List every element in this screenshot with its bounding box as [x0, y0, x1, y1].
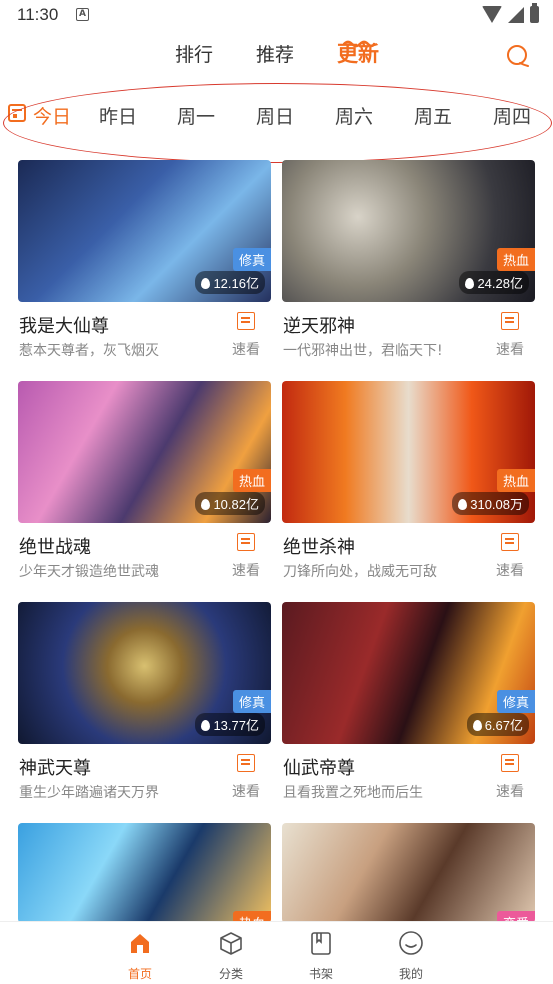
comic-title[interactable]: 我是大仙尊	[19, 312, 109, 338]
tab-recommend[interactable]: 推荐	[256, 40, 294, 67]
comic-card[interactable]: 热血 310.08万 绝世杀神 刀锋所向处，战威无可敌 速看	[282, 381, 535, 581]
smile-icon	[399, 931, 423, 955]
status-time: 11:30	[17, 5, 59, 24]
comic-title[interactable]: 仙武帝尊	[283, 754, 355, 780]
quick-read-icon[interactable]	[501, 533, 519, 551]
comic-title[interactable]: 绝世战魂	[19, 533, 91, 559]
quick-read-icon[interactable]	[501, 312, 519, 330]
quick-read-label[interactable]: 速看	[232, 781, 260, 801]
comic-card[interactable]: 热血 24.28亿 逆天邪神 一代邪神出世，君临天下! 速看	[282, 160, 535, 360]
comic-cover[interactable]: 修真 6.67亿	[282, 602, 535, 744]
comic-cover[interactable]: 修真 13.77亿	[18, 602, 271, 744]
comic-cover[interactable]: 热血	[18, 823, 271, 923]
bottom-tab-label: 首页	[127, 967, 152, 981]
date-tab-sunday[interactable]: 周日	[256, 102, 294, 129]
date-tab-today[interactable]: 今日	[33, 102, 71, 129]
bottom-tab-me[interactable]: 我的	[381, 930, 441, 982]
comic-subtitle: 一代邪神出世，君临天下!	[283, 343, 443, 359]
fire-icon	[201, 278, 211, 289]
date-tab-saturday[interactable]: 周六	[335, 102, 373, 129]
comic-card[interactable]: 修真 12.16亿 我是大仙尊 惹本天尊者，灰飞烟灭 速看	[18, 160, 271, 360]
book-icon	[311, 932, 331, 955]
quick-read-icon[interactable]	[501, 754, 519, 772]
comic-card[interactable]: 修真 6.67亿 仙武帝尊 且看我置之死地而后生 速看	[282, 602, 535, 802]
comic-subtitle: 重生少年踏遍诸天万界	[19, 785, 159, 801]
quick-read-icon[interactable]	[237, 754, 255, 772]
genre-badge: 热血	[232, 469, 271, 492]
fire-icon	[465, 278, 475, 289]
bottom-tab-bookshelf[interactable]: 书架	[291, 930, 351, 982]
comic-card[interactable]: 恋爱	[282, 823, 535, 923]
comic-subtitle: 惹本天尊者，灰飞烟灭	[19, 343, 159, 359]
bottom-tab-label: 分类	[218, 967, 243, 981]
status-bar: 11:30 A	[0, 0, 553, 30]
active-tab-indicator	[343, 40, 375, 48]
comic-card[interactable]: 热血	[18, 823, 271, 923]
cube-icon	[220, 932, 242, 955]
notification-a-icon: A	[76, 8, 89, 21]
date-tabs: 今日 昨日 周一 周日 周六 周五 周四	[0, 88, 553, 142]
top-nav: 排行 推荐 更新	[0, 30, 553, 82]
view-count: 6.67亿	[466, 713, 529, 736]
date-tab-thursday[interactable]: 周四	[493, 102, 531, 129]
comic-subtitle: 刀锋所向处，战威无可敌	[283, 564, 437, 580]
view-count: 24.28亿	[459, 271, 529, 294]
comic-card[interactable]: 修真 13.77亿 神武天尊 重生少年踏遍诸天万界 速看	[18, 602, 271, 802]
fire-icon	[201, 720, 211, 731]
genre-badge: 修真	[232, 248, 271, 271]
fire-icon	[458, 499, 468, 510]
comic-cover[interactable]: 恋爱	[282, 823, 535, 923]
comic-cover[interactable]: 热血 10.82亿	[18, 381, 271, 523]
view-count: 10.82亿	[195, 492, 265, 515]
tab-ranking[interactable]: 排行	[175, 40, 213, 67]
bottom-tab-label: 我的	[398, 967, 423, 981]
quick-read-label[interactable]: 速看	[496, 781, 524, 801]
comic-subtitle: 少年天才锻造绝世武魂	[19, 564, 159, 580]
bottom-tab-category[interactable]: 分类	[201, 930, 261, 982]
comic-title[interactable]: 神武天尊	[19, 754, 91, 780]
comic-title[interactable]: 绝世杀神	[283, 533, 355, 559]
view-count: 310.08万	[452, 492, 529, 515]
date-tab-friday[interactable]: 周五	[414, 102, 452, 129]
quick-read-label[interactable]: 速看	[232, 339, 260, 359]
home-icon	[131, 934, 149, 953]
calendar-icon	[8, 104, 26, 122]
quick-read-label[interactable]: 速看	[232, 560, 260, 580]
bottom-tab-home[interactable]: 首页	[110, 930, 170, 982]
quick-read-label[interactable]: 速看	[496, 560, 524, 580]
view-count: 12.16亿	[195, 271, 265, 294]
status-icons	[482, 3, 539, 23]
date-tab-monday[interactable]: 周一	[177, 102, 215, 129]
date-tab-yesterday[interactable]: 昨日	[99, 102, 137, 129]
quick-read-icon[interactable]	[237, 312, 255, 330]
genre-badge: 热血	[496, 248, 535, 271]
comic-title[interactable]: 逆天邪神	[283, 312, 355, 338]
signal-icon	[508, 6, 524, 23]
wifi-icon	[482, 6, 502, 23]
bottom-tab-label: 书架	[308, 967, 333, 981]
comic-subtitle: 且看我置之死地而后生	[283, 785, 423, 801]
comic-cover[interactable]: 热血 310.08万	[282, 381, 535, 523]
view-count: 13.77亿	[195, 713, 265, 736]
fire-icon	[472, 720, 482, 731]
genre-badge: 修真	[232, 690, 271, 713]
genre-badge: 修真	[496, 690, 535, 713]
genre-badge: 热血	[496, 469, 535, 492]
comic-card[interactable]: 热血 10.82亿 绝世战魂 少年天才锻造绝世武魂 速看	[18, 381, 271, 581]
battery-icon	[530, 3, 539, 23]
comic-cover[interactable]: 修真 12.16亿	[18, 160, 271, 302]
comic-cover[interactable]: 热血 24.28亿	[282, 160, 535, 302]
quick-read-label[interactable]: 速看	[496, 339, 524, 359]
quick-read-icon[interactable]	[237, 533, 255, 551]
search-icon[interactable]	[506, 44, 530, 68]
bottom-nav: 首页 分类 书架 我的	[0, 921, 553, 984]
fire-icon	[201, 499, 211, 510]
